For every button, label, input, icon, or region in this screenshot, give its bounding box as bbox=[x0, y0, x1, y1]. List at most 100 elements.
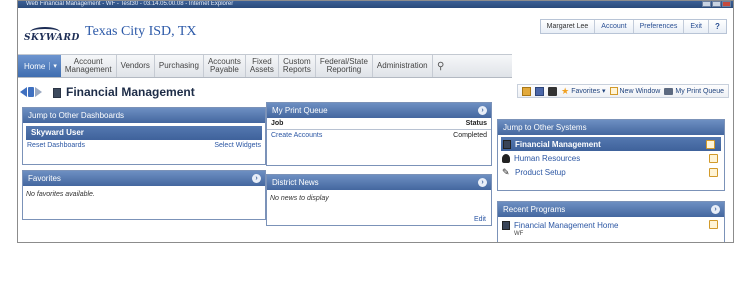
system-item-label: Product Setup bbox=[515, 167, 566, 177]
nav-account-management[interactable]: Account Management bbox=[61, 55, 117, 77]
browser-window: Web Financial Management - WF - Test30 -… bbox=[17, 0, 734, 243]
new-window-button[interactable]: New Window bbox=[609, 87, 661, 95]
new-window-icon[interactable] bbox=[709, 220, 718, 229]
system-item-product-setup[interactable]: ✎ Product Setup bbox=[498, 165, 724, 179]
favorites-menu-label: Favorites bbox=[571, 87, 600, 95]
account-link[interactable]: Account bbox=[595, 20, 634, 33]
window-title: Web Financial Management - WF - Test30 -… bbox=[26, 1, 234, 7]
history-nav bbox=[20, 87, 42, 97]
nav-custom-reports[interactable]: Custom Reports bbox=[279, 55, 316, 77]
status-column-header: Status bbox=[398, 118, 491, 130]
system-item-financial-management[interactable]: Financial Management bbox=[501, 137, 721, 151]
nav-home[interactable]: Home ▾ bbox=[18, 55, 61, 77]
camera-icon[interactable] bbox=[548, 86, 558, 96]
nav-home-label: Home bbox=[24, 61, 46, 71]
favorites-empty-text: No favorites available. bbox=[26, 191, 95, 198]
logo-text: SKYWARD bbox=[24, 33, 80, 43]
district-news-panel: District News › No news to display Edit bbox=[266, 174, 492, 226]
select-widgets-link[interactable]: Select Widgets bbox=[214, 142, 261, 149]
dashboards-actions: Reset Dashboards Select Widgets bbox=[23, 140, 265, 151]
back-arrow-icon[interactable] bbox=[20, 87, 27, 97]
person-icon bbox=[502, 153, 510, 163]
dashboards-panel-header: Jump to Other Dashboards bbox=[23, 108, 265, 123]
nav-fixed-assets[interactable]: Fixed Assets bbox=[246, 55, 279, 77]
collapse-icon[interactable]: › bbox=[252, 174, 261, 183]
help-button[interactable]: ? bbox=[709, 20, 726, 33]
user-toolbar: Margaret Lee Account Preferences Exit ? bbox=[539, 19, 727, 34]
job-column-header: Job bbox=[267, 118, 399, 130]
recent-programs-panel-title: Recent Programs bbox=[503, 205, 566, 214]
page-title: Financial Management bbox=[66, 85, 195, 99]
skyward-logo: SKYWARD bbox=[24, 27, 79, 47]
window-titlebar: Web Financial Management - WF - Test30 -… bbox=[18, 1, 733, 8]
page-bar: Financial Management ★ Favorites ▾ New W… bbox=[18, 81, 733, 103]
skyward-user-item[interactable]: Skyward User bbox=[26, 126, 262, 140]
page-tools: ★ Favorites ▾ New Window My Print Queue bbox=[517, 84, 729, 98]
new-window-icon[interactable] bbox=[709, 168, 718, 177]
screenshot-canvas: Web Financial Management - WF - Test30 -… bbox=[0, 0, 750, 294]
recent-program-name: Financial Management Home bbox=[514, 221, 619, 230]
new-window-icon[interactable] bbox=[709, 154, 718, 163]
chevron-down-icon[interactable]: ▾ bbox=[49, 62, 57, 70]
star-icon: ★ bbox=[561, 85, 570, 96]
news-empty-text: No news to display bbox=[270, 195, 329, 202]
print-queue-panel: My Print Queue › Job Status Create Accou… bbox=[266, 102, 492, 166]
search-icon[interactable]: ⚲ bbox=[433, 55, 449, 77]
document-icon bbox=[503, 139, 511, 149]
collapse-icon[interactable]: › bbox=[478, 106, 487, 115]
nav-purchasing[interactable]: Purchasing bbox=[155, 55, 204, 77]
document-icon bbox=[502, 221, 510, 230]
preferences-link[interactable]: Preferences bbox=[634, 20, 685, 33]
reset-dashboards-link[interactable]: Reset Dashboards bbox=[27, 142, 85, 149]
recent-program-sub: WF bbox=[514, 231, 524, 237]
favorites-panel-header: Favorites › bbox=[23, 171, 265, 186]
maximize-button[interactable] bbox=[712, 1, 721, 7]
edit-icon[interactable] bbox=[522, 86, 532, 96]
recent-programs-panel-header: Recent Programs › bbox=[498, 202, 724, 217]
new-window-label: New Window bbox=[619, 87, 661, 95]
chevron-down-icon: ▾ bbox=[601, 88, 606, 95]
table-header-row: Job Status bbox=[267, 118, 491, 130]
recent-program-text: Financial Management Home WF bbox=[514, 221, 619, 237]
dashboards-panel: Jump to Other Dashboards Skyward User Re… bbox=[22, 107, 266, 165]
new-window-icon bbox=[609, 87, 618, 95]
system-item-label: Financial Management bbox=[515, 139, 601, 149]
window-controls bbox=[702, 1, 731, 8]
collapse-icon[interactable]: › bbox=[711, 205, 720, 214]
nav-administration[interactable]: Administration bbox=[373, 55, 433, 77]
forward-arrow-icon[interactable] bbox=[35, 87, 42, 97]
favorites-panel-title: Favorites bbox=[28, 174, 61, 183]
other-systems-panel-header: Jump to Other Systems bbox=[498, 120, 724, 135]
collapse-icon[interactable]: › bbox=[478, 178, 487, 187]
table-row: Create Accounts Completed bbox=[267, 130, 491, 142]
nav-vendors[interactable]: Vendors bbox=[117, 55, 155, 77]
favorites-panel: Favorites › No favorites available. bbox=[22, 170, 266, 220]
other-systems-panel: Jump to Other Systems Financial Manageme… bbox=[497, 119, 725, 191]
recent-program-item[interactable]: Financial Management Home WF bbox=[498, 217, 724, 241]
print-queue-panel-title: My Print Queue bbox=[272, 106, 328, 115]
district-name: Texas City ISD, TX bbox=[85, 24, 197, 39]
edit-news-link[interactable]: Edit bbox=[474, 216, 486, 223]
minimize-button[interactable] bbox=[702, 1, 711, 7]
system-item-human-resources[interactable]: Human Resources bbox=[498, 151, 724, 165]
nav-accounts-payable[interactable]: Accounts Payable bbox=[204, 55, 246, 77]
wrench-icon: ✎ bbox=[502, 166, 510, 177]
main-nav: Home ▾ Account Management Vendors Purchas… bbox=[18, 54, 512, 78]
system-item-label: Human Resources bbox=[514, 153, 581, 163]
recent-programs-panel: Recent Programs › Financial Management H… bbox=[497, 201, 725, 242]
new-window-icon[interactable] bbox=[706, 140, 715, 149]
history-icon[interactable] bbox=[28, 87, 34, 97]
favorites-menu[interactable]: ★ Favorites ▾ bbox=[561, 86, 605, 97]
job-status: Completed bbox=[453, 132, 487, 139]
document-icon bbox=[53, 88, 61, 98]
close-window-button[interactable] bbox=[722, 1, 731, 7]
user-name: Margaret Lee bbox=[541, 20, 596, 33]
printer-icon bbox=[664, 87, 674, 95]
app-header: SKYWARD Texas City ISD, TX Margaret Lee … bbox=[18, 8, 733, 52]
nav-federal-state-reporting[interactable]: Federal/State Reporting bbox=[316, 55, 373, 77]
print-queue-button[interactable]: My Print Queue bbox=[664, 87, 724, 95]
save-icon[interactable] bbox=[535, 86, 545, 96]
print-queue-label: My Print Queue bbox=[675, 87, 724, 95]
job-link[interactable]: Create Accounts bbox=[267, 130, 398, 142]
exit-link[interactable]: Exit bbox=[684, 20, 709, 33]
